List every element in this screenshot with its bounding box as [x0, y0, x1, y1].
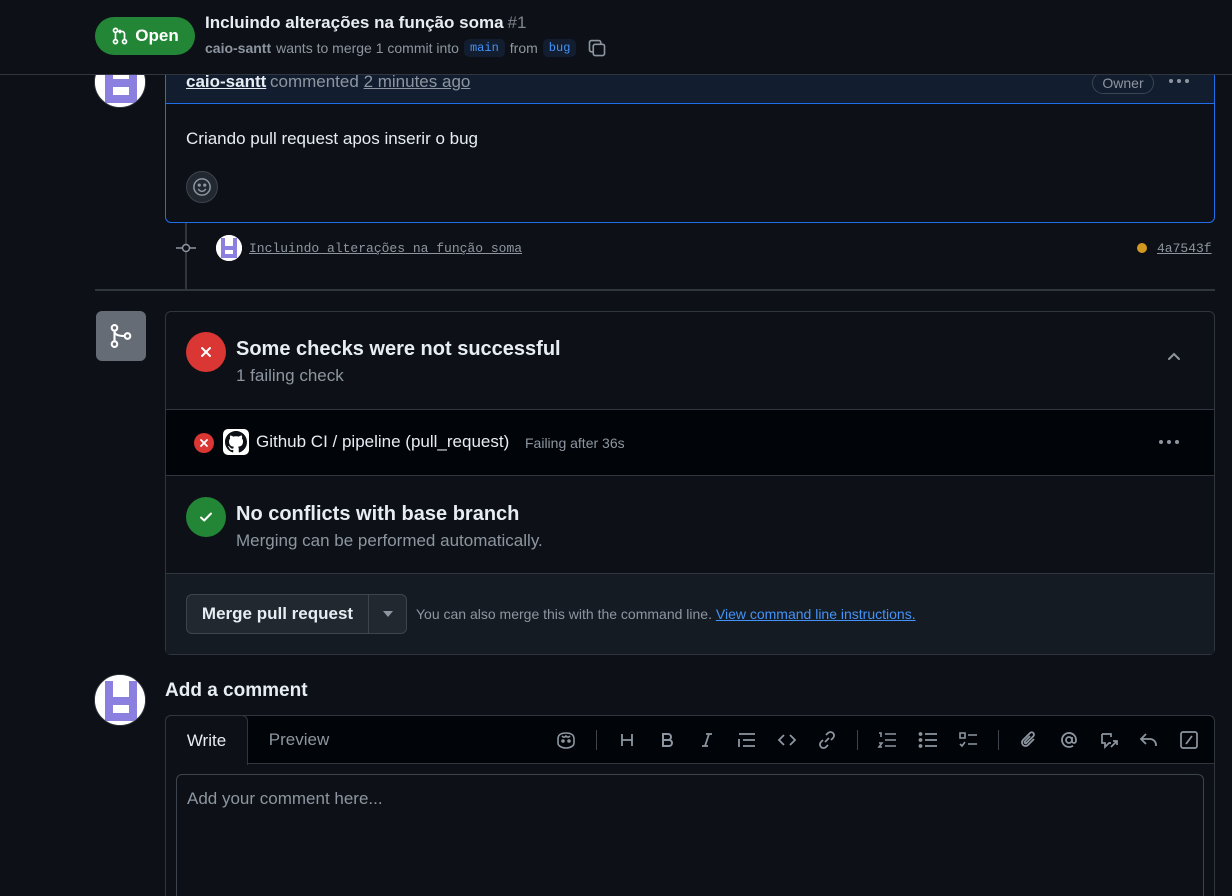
comment-textarea[interactable]	[176, 774, 1204, 896]
check-failed-icon	[194, 433, 214, 453]
reference-icon[interactable]	[1097, 728, 1121, 752]
pr-state-label: Open	[135, 26, 179, 45]
pull-request-icon	[112, 27, 128, 45]
x-icon	[201, 347, 211, 357]
timeline-divider	[95, 289, 1215, 291]
quote-icon[interactable]	[735, 728, 759, 752]
github-app-avatar[interactable]	[223, 429, 249, 455]
owner-badge: Owner	[1092, 72, 1154, 94]
comment-action: commented 2 minutes ago	[270, 72, 470, 92]
commit-author-avatar[interactable]	[216, 235, 242, 261]
add-reaction-button[interactable]	[186, 171, 218, 203]
pr-meta: caio-santt wants to merge 1 commit into …	[205, 38, 607, 58]
commit-message-link[interactable]: Incluindo alterações na função soma	[249, 241, 522, 256]
copy-icon	[589, 39, 606, 57]
merge-pull-request-button[interactable]: Merge pull request	[186, 594, 369, 634]
commit-status-dot[interactable]	[1137, 243, 1147, 253]
pr-title: Incluindo alterações na função soma #1	[205, 13, 526, 33]
pr-number[interactable]: #1	[508, 13, 527, 32]
merge-hint-text: You can also merge this with the command…	[416, 606, 712, 622]
task-list-icon[interactable]	[956, 728, 980, 752]
checks-subtitle: 1 failing check	[236, 366, 344, 385]
check-status: Failing after 36s	[525, 435, 625, 451]
comment-body: Criando pull request apos inserir o bug	[186, 129, 479, 148]
copilot-icon[interactable]	[554, 728, 578, 752]
check-icon	[200, 512, 212, 522]
tab-write[interactable]: Write	[165, 715, 248, 765]
bold-icon[interactable]	[655, 728, 679, 752]
current-user-avatar[interactable]	[94, 674, 146, 726]
link-icon[interactable]	[815, 728, 839, 752]
checks-collapse-button[interactable]	[1164, 346, 1184, 366]
copy-branch-button[interactable]	[587, 38, 607, 58]
pr-title-text: Incluindo alterações na função soma	[205, 13, 504, 32]
no-conflicts-badge	[186, 497, 226, 537]
slash-command-icon[interactable]	[1177, 728, 1201, 752]
git-merge-icon	[110, 324, 132, 348]
attach-icon[interactable]	[1017, 728, 1041, 752]
commit-sha-link[interactable]: 4a7543f	[1157, 241, 1212, 256]
triangle-down-icon	[382, 611, 393, 617]
italic-icon[interactable]	[695, 728, 719, 752]
mention-icon[interactable]	[1057, 728, 1081, 752]
pr-merge-text: wants to merge 1 commit into	[276, 40, 459, 56]
heading-icon[interactable]	[615, 728, 639, 752]
github-icon	[225, 431, 247, 453]
conflicts-title: No conflicts with base branch	[236, 503, 520, 525]
conflicts-subtitle: Merging can be performed automatically.	[236, 531, 543, 550]
pr-author-link[interactable]: caio-santt	[205, 40, 271, 56]
checks-title: Some checks were not successful	[236, 338, 561, 360]
smiley-icon	[193, 178, 211, 196]
identicon-icon	[95, 675, 145, 725]
commit-icon	[176, 240, 196, 256]
identicon-icon	[216, 235, 242, 261]
x-icon	[200, 439, 208, 447]
pr-state-badge: Open	[95, 17, 195, 55]
check-options-button[interactable]	[1157, 432, 1181, 452]
merge-method-dropdown[interactable]	[368, 594, 407, 634]
merge-section-icon	[96, 311, 146, 361]
reply-icon[interactable]	[1137, 728, 1161, 752]
add-comment-title: Add a comment	[165, 680, 308, 701]
timeline-line	[185, 223, 187, 289]
unordered-list-icon[interactable]	[916, 728, 940, 752]
comment-author-link[interactable]: caio-santt	[186, 72, 266, 92]
check-name[interactable]: Github CI / pipeline (pull_request)	[256, 432, 509, 452]
merge-hint: You can also merge this with the command…	[416, 606, 916, 622]
head-branch[interactable]: bug	[542, 39, 577, 57]
code-icon[interactable]	[775, 728, 799, 752]
tab-preview[interactable]: Preview	[258, 715, 340, 765]
command-line-instructions-link[interactable]: View command line instructions.	[716, 606, 916, 622]
checks-failed-badge	[186, 332, 226, 372]
ordered-list-icon[interactable]	[875, 728, 899, 752]
pr-from-text: from	[509, 40, 538, 56]
toolbar-separator	[596, 730, 597, 750]
base-branch[interactable]: main	[463, 39, 505, 57]
kebab-horizontal-icon	[1159, 440, 1179, 444]
toolbar-separator	[998, 730, 999, 750]
chevron-up-icon	[1168, 352, 1180, 360]
toolbar-separator	[857, 730, 858, 750]
